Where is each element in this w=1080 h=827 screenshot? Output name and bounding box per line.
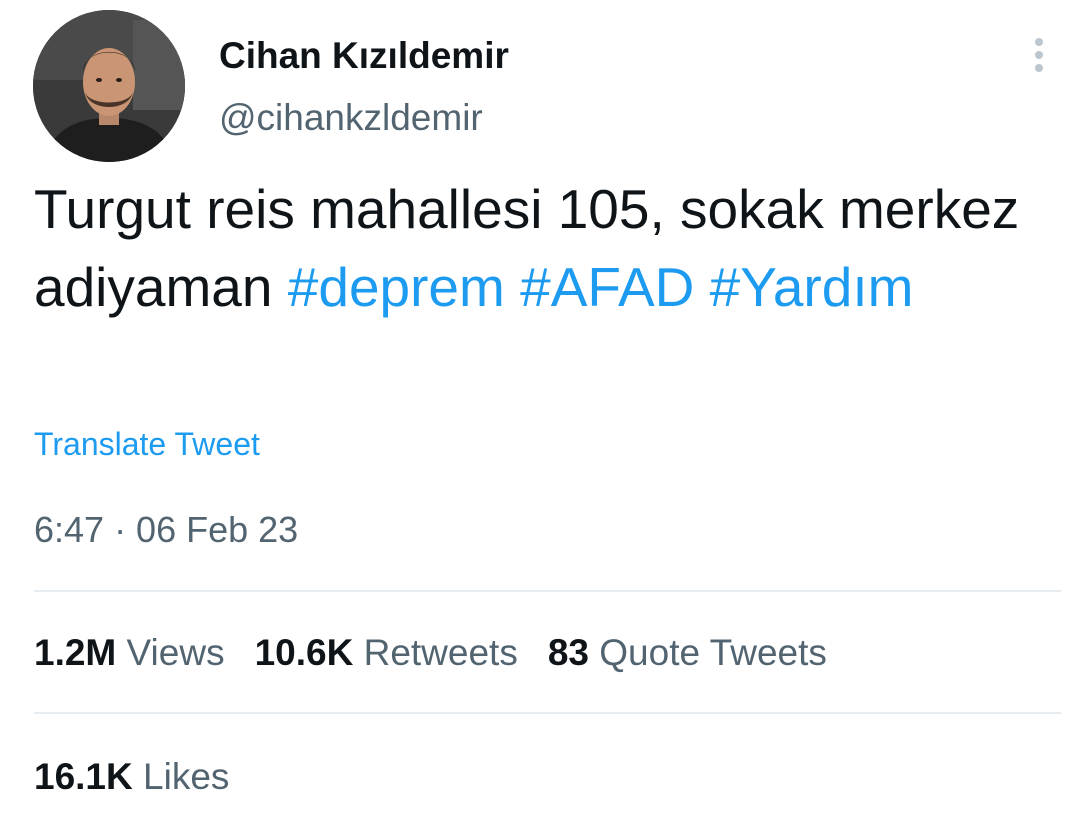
author-display-name[interactable]: Cihan Kızıldemir [219,34,509,78]
more-vertical-icon[interactable] [1026,36,1052,74]
hashtag-deprem[interactable]: #deprem [288,256,505,318]
views-stat: 1.2M Views [34,632,225,673]
quote-tweets-stat[interactable]: 83 Quote Tweets [548,632,827,673]
likes-stat[interactable]: 16.1K Likes [34,754,229,800]
likes-count: 16.1K [34,756,133,797]
hashtag-yardim[interactable]: #Yardım [710,256,914,318]
divider [34,590,1061,592]
avatar[interactable] [33,10,185,162]
hashtag-afad[interactable]: #AFAD [520,256,694,318]
retweets-count: 10.6K [254,632,354,673]
views-label: Views [126,632,225,673]
views-count: 1.2M [34,632,117,673]
divider [34,712,1061,714]
tweet-text: Turgut reis mahallesi 105, sokak merkez … [34,170,1044,326]
author-handle[interactable]: @cihankzldemir [219,96,483,140]
quote-tweets-label: Quote Tweets [599,632,827,673]
likes-label: Likes [143,756,230,797]
profile-photo [33,10,185,162]
tweet-stats: 1.2M Views 10.6K Retweets 83 Quote Tweets [34,630,857,676]
quote-tweets-count: 83 [547,632,589,673]
retweets-label: Retweets [363,632,518,673]
tweet-timestamp[interactable]: 6:47 · 06 Feb 23 [34,508,298,552]
retweets-stat[interactable]: 10.6K Retweets [255,632,518,673]
translate-tweet-link[interactable]: Translate Tweet [34,424,260,464]
tweet-card: Cihan Kızıldemir @cihankzldemir Turgut r… [0,0,1080,827]
